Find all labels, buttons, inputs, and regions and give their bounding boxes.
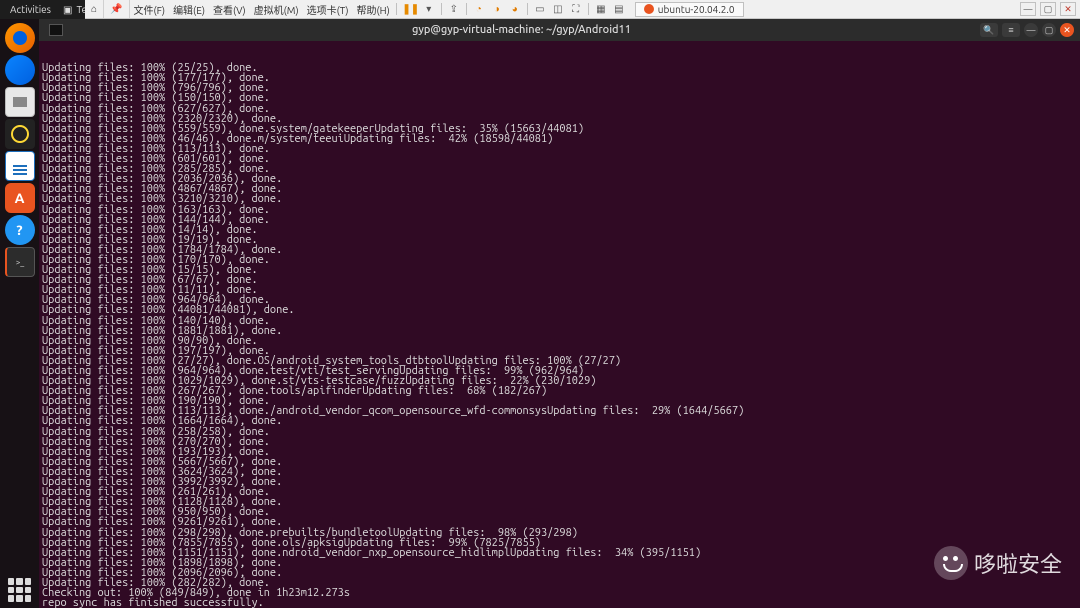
hamburger-icon[interactable]: ≡ [1002,23,1020,37]
fullscreen-icon[interactable]: ⛶ [568,2,584,16]
terminal-line: repo sync has finished successfully. [42,598,1080,608]
maximize-icon[interactable]: ▢ [1042,23,1056,37]
menu-view[interactable]: 查看(V) [209,2,250,17]
terminal-app-icon[interactable] [49,24,63,36]
window-title: gyp@gyp-virtual-machine: ~/gyp/Android11 [63,24,980,36]
layout2-icon[interactable]: ◫ [550,2,566,16]
firefox-icon[interactable] [5,23,35,53]
libreoffice-writer-icon[interactable] [5,151,35,181]
pause-icon[interactable]: ❚❚ [403,2,419,16]
activities-button[interactable]: Activities [8,4,53,15]
send-icon[interactable]: ⇪ [446,2,462,16]
minimize-icon[interactable]: — [1024,23,1038,37]
close-icon[interactable]: ✕ [1060,23,1074,37]
snapshot-icon[interactable]: ◔ [471,2,487,16]
window-close-icon[interactable]: ✕ [1060,2,1076,16]
menu-edit[interactable]: 编辑(E) [169,2,209,17]
terminal-launcher-icon[interactable] [5,247,35,277]
terminal-output[interactable]: Updating files: 100% (25/25), done.Updat… [39,41,1080,608]
menu-tabs[interactable]: 选项卡(T) [303,2,353,17]
search-icon[interactable]: 🔍 [980,23,998,37]
files-icon[interactable] [5,87,35,117]
rhythmbox-icon[interactable] [5,119,35,149]
unity-icon[interactable]: ▦ [593,2,609,16]
menu-file[interactable]: 文件(F) [130,2,170,17]
vm-tab-label: ubuntu-20.04.2.0 [658,4,735,15]
terminal-line: Updating files: 100% (3210/3210), done. [42,194,1080,204]
terminal-line: Updating files: 100% (9261/9261), done. [42,517,1080,527]
vm-tab-ubuntu[interactable]: ubuntu-20.04.2.0 [635,2,744,17]
show-apps-icon[interactable] [8,578,32,602]
vmware-home-tab[interactable]: ⌂ [85,0,104,18]
window-minimize-icon[interactable]: — [1020,2,1036,16]
layout1-icon[interactable]: ▭ [532,2,548,16]
snapshot2-icon[interactable]: ◑ [489,2,505,16]
vmware-menu-bar: ⌂ 📌 文件(F) 编辑(E) 查看(V) 虚拟机(M) 选项卡(T) 帮助(H… [85,0,1080,19]
terminal-titlebar: gyp@gyp-virtual-machine: ~/gyp/Android11… [39,19,1080,41]
window-maximize-icon[interactable]: ▢ [1040,2,1056,16]
thunderbird-icon[interactable] [5,55,35,85]
dropdown-icon[interactable]: ▾ [421,2,437,16]
menu-help[interactable]: 帮助(H) [353,2,394,17]
watermark-text: 哆啦安全 [974,547,1062,579]
help-icon[interactable] [5,215,35,245]
watermark: 哆啦安全 [934,546,1062,580]
software-center-icon[interactable] [5,183,35,213]
wechat-icon [934,546,968,580]
ubuntu-launcher [0,19,39,608]
menu-vm[interactable]: 虚拟机(M) [250,2,303,17]
ubuntu-icon [644,4,654,14]
library-icon[interactable]: ▤ [611,2,627,16]
vmware-pin-tab[interactable]: 📌 [104,0,129,18]
snapshot3-icon[interactable]: ◕ [507,2,523,16]
